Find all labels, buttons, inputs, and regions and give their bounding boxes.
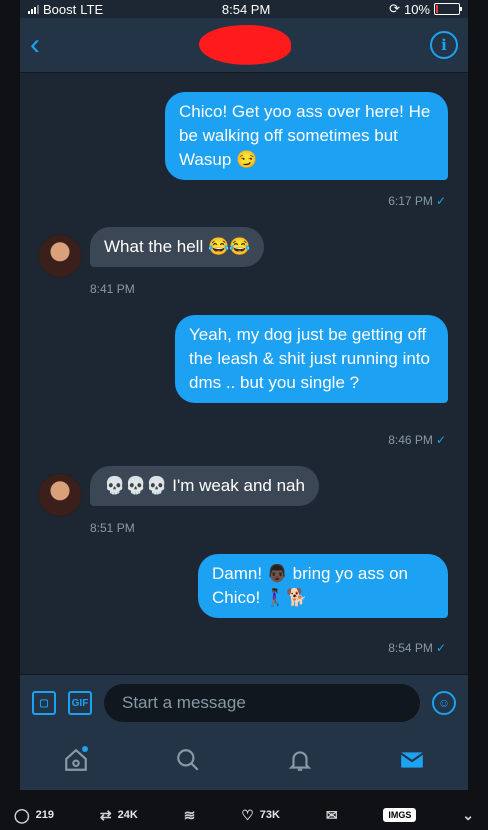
phone-screen: Boost LTE 8:54 PM ⟳ 10% ‹ i Chico! Get y…: [20, 0, 468, 790]
retweet-action[interactable]: ⇄ 24K: [100, 807, 138, 824]
tab-messages[interactable]: [392, 740, 432, 780]
avatar[interactable]: [38, 234, 82, 278]
info-icon[interactable]: i: [430, 31, 458, 59]
rotation-lock-icon: ⟳: [389, 1, 400, 16]
message-bubble-sent: Chico! Get yoo ass over here! He be walk…: [165, 92, 448, 180]
message-bubble-sent: Damn! 👨🏿 bring yo ass on Chico! 🚶🏿‍♀️🐕: [198, 554, 448, 618]
reply-action[interactable]: ◯ 219: [14, 807, 54, 824]
envelope-icon: ✉: [325, 806, 338, 823]
message-timestamp: 8:41 PM: [90, 282, 135, 296]
conversation-header: ‹ i: [20, 18, 468, 73]
battery-icon: [434, 3, 462, 15]
message-timestamp: 6:17 PM ✓: [388, 194, 446, 208]
tab-bar: [20, 730, 468, 790]
chevron-down-icon: ⌄: [462, 806, 474, 823]
carrier-name: Boost: [43, 1, 77, 17]
tweet-action-bar: ◯ 219 ⇄ 24K ≋ ♡ 73K ✉ IMGS ⌄: [0, 800, 488, 830]
status-bar: Boost LTE 8:54 PM ⟳ 10%: [20, 0, 468, 18]
gif-button[interactable]: GIF: [68, 691, 92, 715]
like-count: 73K: [259, 809, 280, 821]
notification-dot: [82, 746, 88, 752]
tab-notifications[interactable]: [280, 740, 320, 780]
search-icon: [177, 749, 199, 771]
dm-action[interactable]: ✉: [326, 807, 338, 824]
reply-count: 219: [35, 809, 55, 821]
clock: 8:54 PM: [221, 1, 271, 17]
heart-icon: ♡: [241, 806, 254, 823]
image-icon[interactable]: ▢: [32, 691, 56, 715]
message-bubble-sent: Yeah, my dog just be getting off the lea…: [175, 315, 448, 403]
imgs-badge[interactable]: IMGS: [383, 808, 417, 822]
stack-action[interactable]: ≋: [184, 807, 196, 824]
battery-percent: 10%: [403, 1, 430, 17]
message-list: Chico! Get yoo ass over here! He be walk…: [20, 72, 468, 672]
chevron-left-icon[interactable]: ‹: [30, 28, 60, 62]
message-bubble-received: What the hell 😂😂: [90, 227, 265, 267]
more-action[interactable]: ⌄: [462, 807, 474, 824]
redacted-contact-name: [198, 22, 292, 68]
message-timestamp: 8:51 PM: [90, 521, 135, 535]
bell-icon: [288, 751, 312, 771]
emoji-icon[interactable]: ☺: [432, 691, 456, 715]
tab-search[interactable]: [168, 740, 208, 780]
retweet-icon: ⇄: [99, 806, 112, 823]
message-input[interactable]: [104, 684, 420, 722]
tab-home[interactable]: [56, 740, 96, 780]
message-composer: ▢ GIF ☺: [20, 674, 468, 731]
message-bubble-received: 💀💀💀 I'm weak and nah: [90, 466, 319, 506]
reply-icon: ◯: [14, 806, 30, 823]
stack-icon: ≋: [183, 806, 196, 823]
signal-icon: [28, 4, 39, 14]
avatar[interactable]: [38, 473, 82, 517]
network-type: LTE: [80, 1, 104, 17]
message-timestamp: 8:54 PM ✓: [388, 641, 446, 655]
like-action[interactable]: ♡ 73K: [241, 807, 280, 824]
message-timestamp: 8:46 PM ✓: [388, 433, 446, 447]
retweet-count: 24K: [117, 809, 138, 821]
mail-icon: [400, 752, 424, 768]
